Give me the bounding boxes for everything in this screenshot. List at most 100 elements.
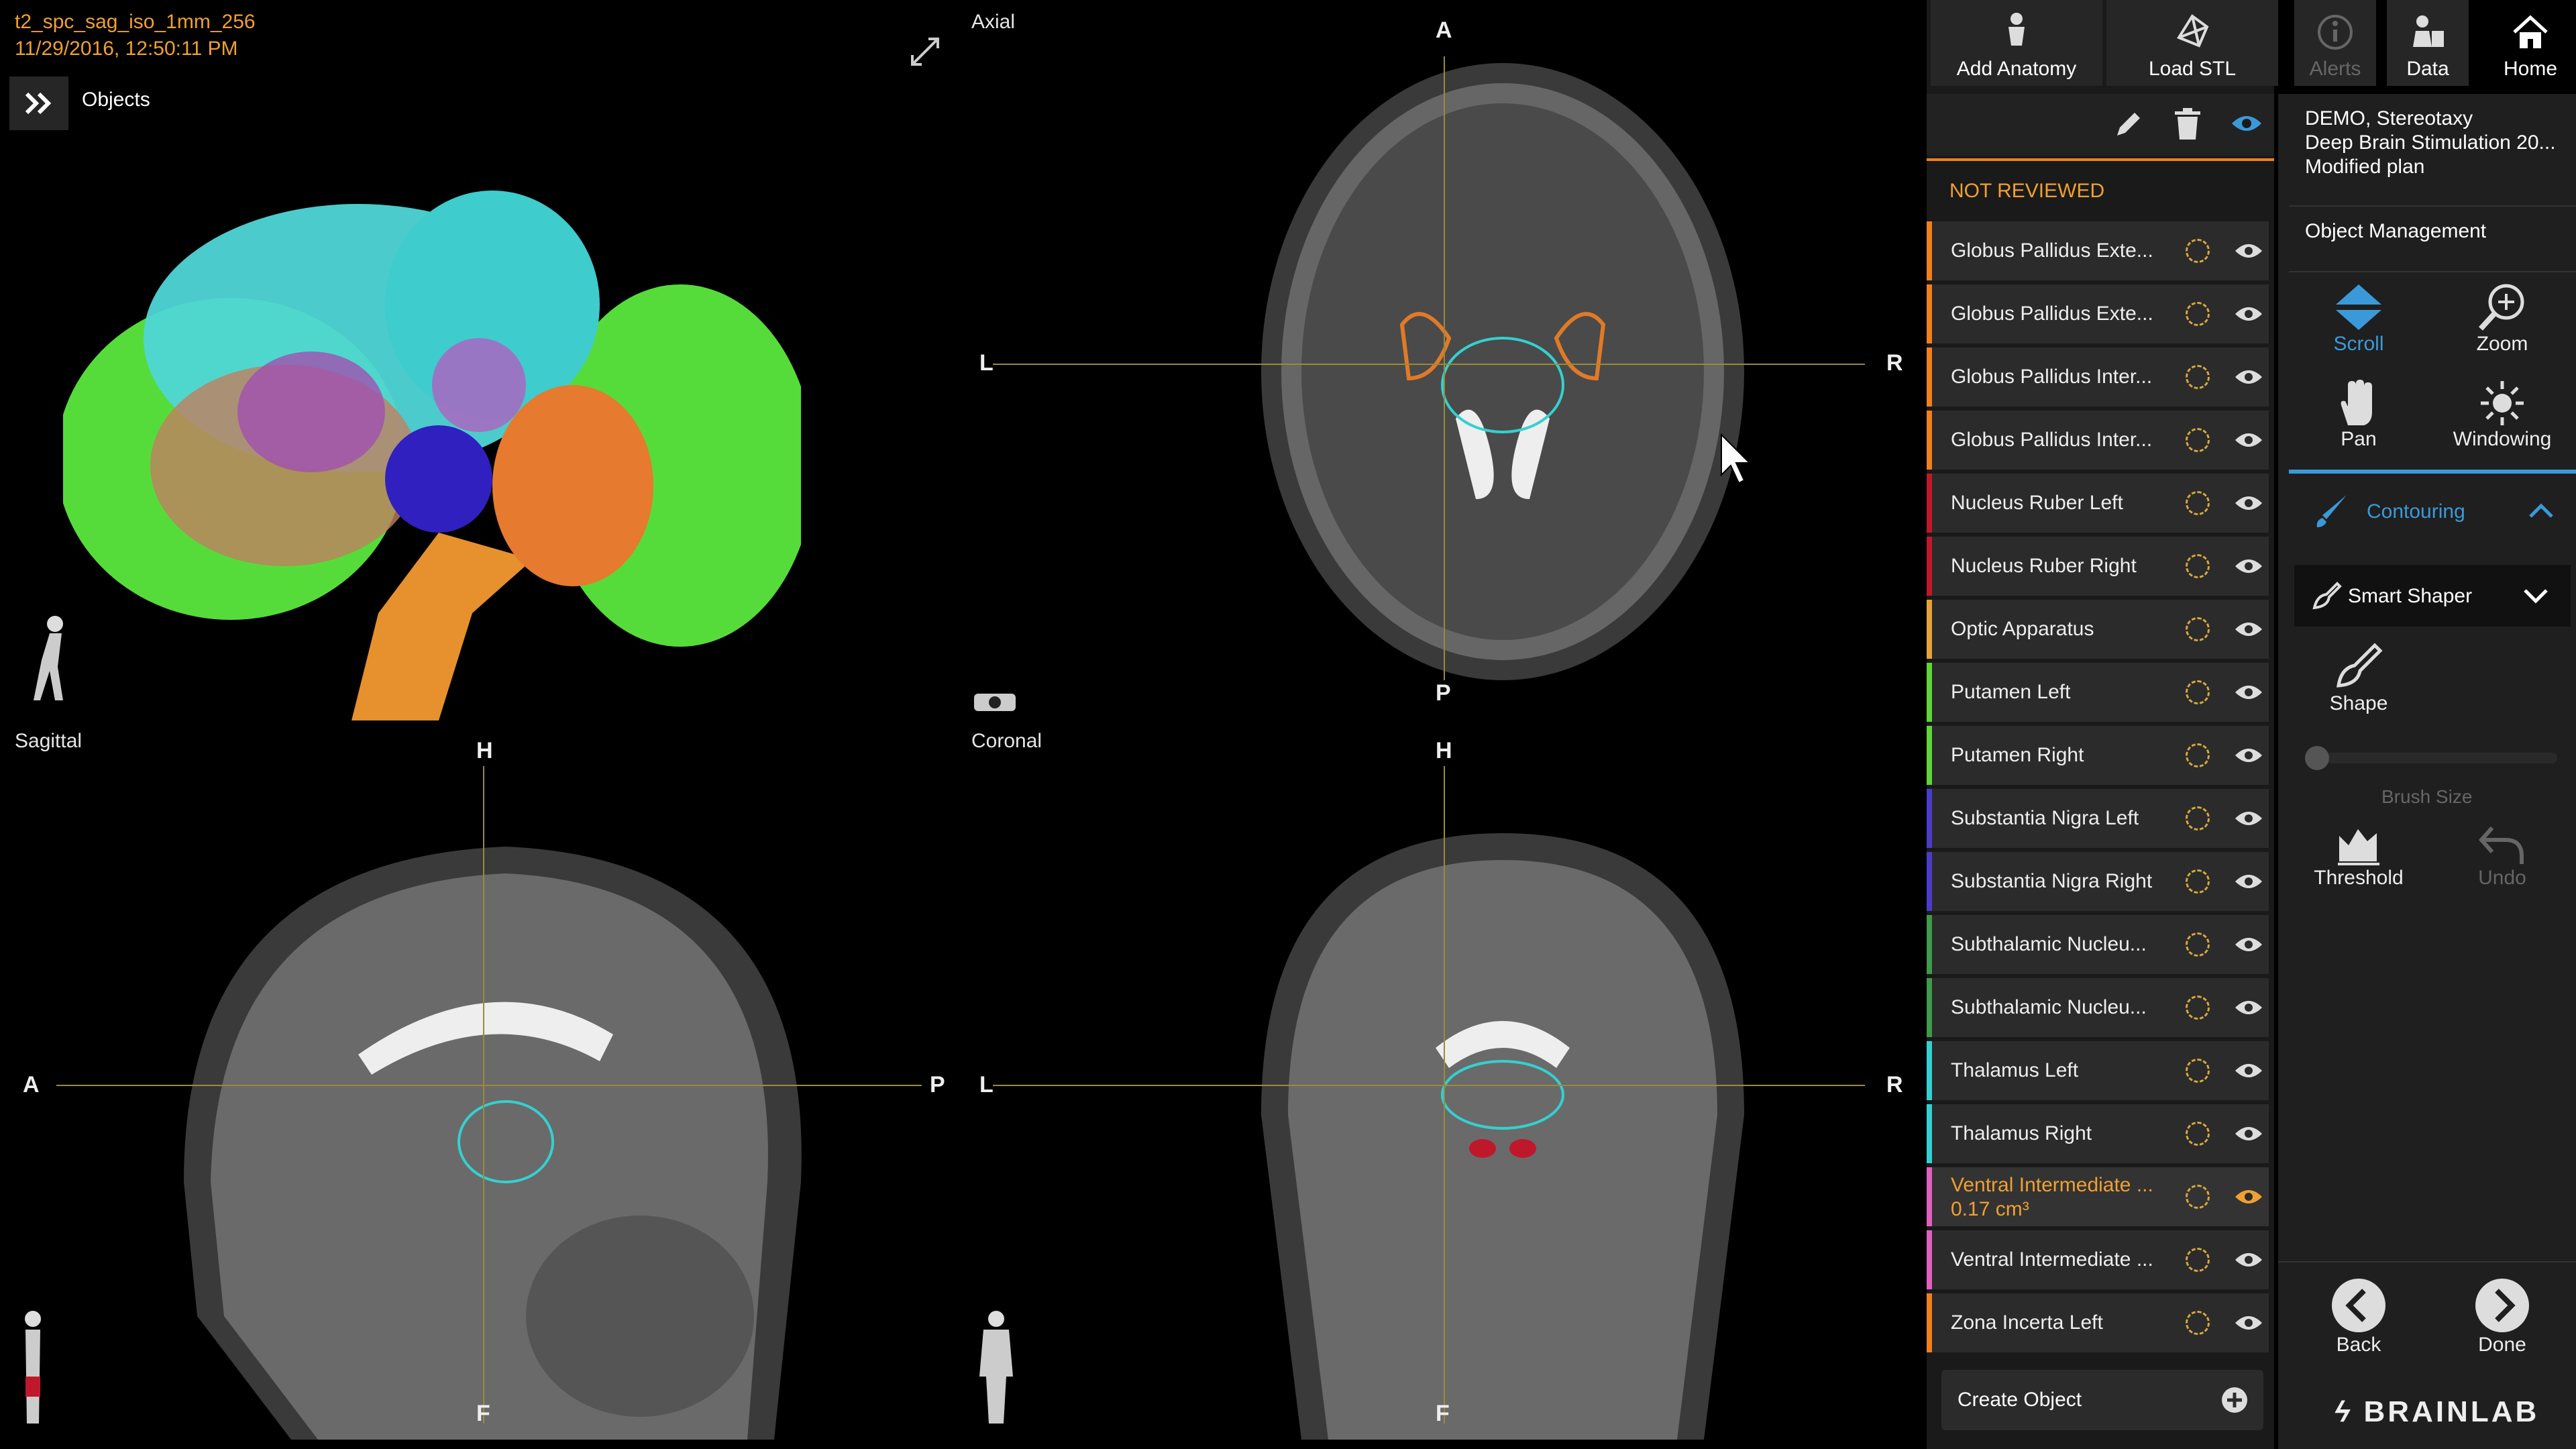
sagittal-mri-image: [184, 847, 802, 1440]
load-stl-button[interactable]: Load STL: [2106, 0, 2278, 86]
review-status-icon[interactable]: [2186, 869, 2210, 894]
create-object-button[interactable]: Create Object: [1941, 1370, 2263, 1430]
trash-icon[interactable]: [2172, 107, 2203, 141]
review-status-icon[interactable]: [2186, 996, 2210, 1020]
object-row[interactable]: Nucleus Ruber Left: [1927, 474, 2269, 533]
object-row[interactable]: Globus Pallidus Inter...: [1927, 347, 2269, 407]
object-row[interactable]: Substantia Nigra Right: [1927, 852, 2269, 911]
shape-tool[interactable]: Shape: [2317, 641, 2400, 715]
review-status-icon[interactable]: [2186, 1185, 2210, 1209]
object-row[interactable]: Zona Incerta Left: [1927, 1293, 2269, 1352]
add-anatomy-button[interactable]: Add Anatomy: [1931, 0, 2102, 86]
object-row[interactable]: Globus Pallidus Exte...: [1927, 221, 2269, 280]
view-axial[interactable]: Axial A P L R: [966, 9, 1921, 720]
visibility-eye-icon[interactable]: [2234, 619, 2263, 639]
view-sagittal[interactable]: Sagittal H F A P: [9, 726, 962, 1440]
review-status-icon[interactable]: [2186, 1248, 2210, 1272]
object-row[interactable]: Ventral Intermediate ... 0.17 cm³: [1927, 1167, 2269, 1226]
view-coronal[interactable]: Coronal H F L R: [966, 726, 1921, 1440]
pan-tool[interactable]: Pan: [2317, 378, 2400, 451]
create-object-label: Create Object: [1957, 1389, 2082, 1411]
object-row[interactable]: Putamen Left: [1927, 663, 2269, 722]
back-button[interactable]: Back: [2317, 1277, 2400, 1356]
windowing-tool[interactable]: Windowing: [2447, 378, 2557, 451]
review-status-icon[interactable]: [2186, 617, 2210, 641]
visibility-eye-icon[interactable]: [2234, 808, 2263, 828]
objects-toggle-button[interactable]: [9, 76, 68, 130]
visibility-eye-icon[interactable]: [2234, 493, 2263, 513]
object-row[interactable]: Thalamus Right: [1927, 1104, 2269, 1163]
object-row[interactable]: Subthalamic Nucleu...: [1927, 915, 2269, 974]
object-row[interactable]: Putamen Right: [1927, 726, 2269, 785]
object-label: Substantia Nigra Left: [1951, 807, 2139, 829]
review-status-icon[interactable]: [2186, 554, 2210, 578]
review-status-icon[interactable]: [2186, 806, 2210, 830]
visibility-eye-icon[interactable]: [2234, 556, 2263, 576]
object-row[interactable]: Globus Pallidus Exte...: [1927, 284, 2269, 343]
object-row[interactable]: Nucleus Ruber Right: [1927, 537, 2269, 596]
review-status-icon[interactable]: [2186, 932, 2210, 957]
object-row[interactable]: Optic Apparatus: [1927, 600, 2269, 659]
sagittal-orient-right: P: [930, 1072, 945, 1097]
review-status-icon[interactable]: [2186, 365, 2210, 389]
zoom-icon: [2479, 284, 2524, 331]
review-status-icon[interactable]: [2186, 1122, 2210, 1146]
orientation-figure-icon: [25, 1311, 41, 1424]
double-chevron-right-icon: [25, 92, 52, 115]
review-status-icon[interactable]: [2186, 239, 2210, 263]
smart-shaper-dropdown[interactable]: Smart Shaper: [2294, 565, 2571, 627]
visibility-eye-icon[interactable]: [2234, 1313, 2263, 1333]
object-row[interactable]: Globus Pallidus Inter...: [1927, 411, 2269, 470]
pencil-icon[interactable]: [2112, 107, 2145, 141]
review-status-icon[interactable]: [2186, 680, 2210, 704]
visibility-eye-icon[interactable]: [2234, 934, 2263, 955]
alerts-button[interactable]: Alerts: [2294, 0, 2376, 86]
visibility-eye-icon[interactable]: [2234, 1124, 2263, 1144]
visibility-eye-icon[interactable]: [2234, 430, 2263, 450]
home-label: Home: [2503, 58, 2558, 80]
visibility-eye-icon[interactable]: [2234, 1250, 2263, 1270]
object-row[interactable]: Ventral Intermediate ...: [1927, 1230, 2269, 1289]
review-status-icon[interactable]: [2186, 428, 2210, 452]
visibility-eye-icon[interactable]: [2234, 1187, 2263, 1207]
visibility-eye-icon[interactable]: [2234, 1061, 2263, 1081]
sagittal-orient-bottom: F: [476, 1401, 490, 1426]
visibility-eye-icon[interactable]: [2234, 241, 2263, 261]
visibility-all-icon[interactable]: [2231, 113, 2263, 134]
coronal-orient-bottom: F: [1436, 1401, 1450, 1426]
object-row[interactable]: Substantia Nigra Left: [1927, 789, 2269, 848]
object-row[interactable]: Thalamus Left: [1927, 1041, 2269, 1100]
visibility-eye-icon[interactable]: [2234, 745, 2263, 765]
review-status-icon[interactable]: [2186, 302, 2210, 326]
done-button[interactable]: Done: [2461, 1277, 2544, 1356]
object-label: Globus Pallidus Inter...: [1951, 429, 2153, 451]
maximize-icon[interactable]: [908, 35, 942, 72]
view-3d[interactable]: t2_spc_sag_iso_1mm_256 11/29/2016, 12:50…: [9, 9, 962, 720]
visibility-eye-icon[interactable]: [2234, 871, 2263, 892]
coronal-orient-top: H: [1436, 738, 1452, 763]
scroll-tool[interactable]: Scroll: [2317, 282, 2400, 356]
home-button[interactable]: Home: [2485, 0, 2576, 86]
data-button[interactable]: Data: [2387, 0, 2469, 86]
review-status-icon[interactable]: [2186, 1311, 2210, 1335]
contouring-section[interactable]: Contouring: [2289, 470, 2576, 551]
review-status-icon[interactable]: [2186, 743, 2210, 767]
visibility-eye-icon[interactable]: [2234, 304, 2263, 324]
visibility-eye-icon[interactable]: [2234, 682, 2263, 702]
visibility-eye-icon[interactable]: [2234, 367, 2263, 387]
camera-icon[interactable]: [971, 687, 1018, 714]
sagittal-crosshair-horizontal: [56, 1085, 922, 1086]
review-status-icon[interactable]: [2186, 1059, 2210, 1083]
section-divider: [1927, 158, 2274, 161]
review-status-icon[interactable]: [2186, 491, 2210, 515]
object-row[interactable]: Subthalamic Nucleu...: [1927, 978, 2269, 1037]
zoom-tool[interactable]: Zoom: [2461, 282, 2544, 356]
visibility-eye-icon[interactable]: [2234, 998, 2263, 1018]
threshold-tool[interactable]: Threshold: [2304, 822, 2414, 890]
brush-icon: [2316, 495, 2347, 527]
slider-track: [2305, 753, 2557, 763]
coronal-label: Coronal: [971, 730, 1042, 752]
slider-thumb[interactable]: [2305, 746, 2329, 770]
undo-tool[interactable]: Undo: [2461, 822, 2544, 890]
brush-size-slider[interactable]: [2305, 746, 2557, 770]
